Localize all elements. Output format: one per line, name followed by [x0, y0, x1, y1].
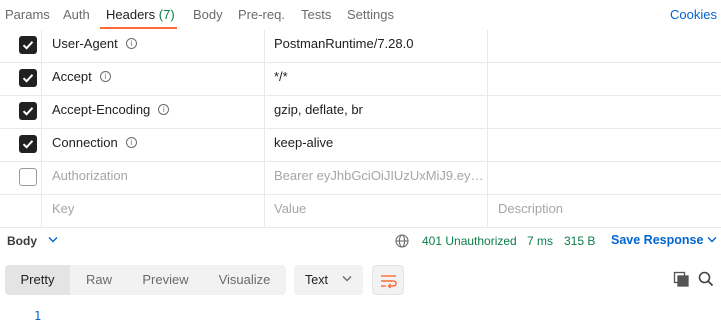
header-key: Connection [52, 135, 118, 150]
info-icon[interactable]: i [125, 137, 137, 149]
wrap-lines-button[interactable] [372, 265, 404, 295]
info-icon[interactable]: i [99, 71, 111, 83]
save-response-button[interactable]: Save Response [611, 233, 703, 247]
value-placeholder: Value [274, 201, 307, 216]
new-description-input[interactable]: Description [488, 195, 721, 228]
headers-count-badge: (7) [158, 7, 175, 22]
new-key-input[interactable]: Key [41, 195, 265, 228]
chevron-down-icon[interactable] [48, 236, 58, 243]
response-size[interactable]: 315 B [564, 234, 595, 248]
check-icon [22, 41, 34, 50]
row-checkbox-cell [0, 195, 41, 228]
cookies-link[interactable]: Cookies [670, 7, 717, 22]
format-raw-button[interactable]: Raw [70, 265, 128, 295]
format-visualize-button[interactable]: Visualize [203, 265, 286, 295]
info-icon[interactable]: i [158, 104, 170, 116]
header-description-cell[interactable] [488, 96, 721, 129]
active-tab-indicator [100, 27, 177, 29]
row-checkbox[interactable] [19, 168, 37, 186]
response-status[interactable]: 401 Unauthorized [422, 234, 517, 248]
table-row: Connection i keep-alive [0, 129, 721, 162]
row-checkbox[interactable] [19, 69, 37, 87]
tab-tests[interactable]: Tests [301, 7, 331, 22]
search-icon[interactable] [698, 271, 714, 287]
headers-table: User-Agent i PostmanRuntime/7.28.0 Accept… [0, 30, 721, 228]
tab-auth[interactable]: Auth [63, 7, 90, 22]
header-description-cell[interactable] [488, 129, 721, 162]
header-value: gzip, deflate, br [274, 102, 363, 117]
language-select-value: Text [305, 273, 328, 287]
header-key: Accept-Encoding [52, 102, 151, 117]
format-pretty-button[interactable]: Pretty [5, 265, 70, 295]
description-placeholder: Description [498, 201, 564, 216]
copy-icon[interactable] [673, 271, 690, 288]
header-key-cell[interactable]: Authorization [41, 162, 265, 195]
chevron-down-icon [342, 276, 352, 282]
format-preview-button[interactable]: Preview [128, 265, 203, 295]
header-key-cell[interactable]: User-Agent i [41, 30, 265, 63]
editor-line-number: 1 [34, 309, 42, 323]
table-row: User-Agent i PostmanRuntime/7.28.0 [0, 30, 721, 63]
header-value-cell[interactable]: gzip, deflate, br [265, 96, 488, 129]
new-header-row: Key Value Description [0, 195, 721, 228]
header-description-cell[interactable] [488, 162, 721, 195]
header-key: User-Agent [52, 36, 118, 51]
info-icon[interactable]: i [125, 38, 137, 50]
row-checkbox[interactable] [19, 135, 37, 153]
tab-headers[interactable]: Headers (7) [106, 7, 175, 22]
header-value-cell[interactable]: Bearer eyJhbGciOiJIUzUxMiJ9.eyJ... [265, 162, 488, 195]
header-value: Bearer eyJhbGciOiJIUzUxMiJ9.eyJ... [274, 168, 488, 183]
wrap-lines-icon [381, 275, 397, 289]
header-value: keep-alive [274, 135, 334, 150]
header-description-cell[interactable] [488, 63, 721, 96]
header-key: Accept [52, 69, 92, 84]
header-value: PostmanRuntime/7.28.0 [274, 36, 414, 51]
tab-params[interactable]: Params [5, 7, 50, 22]
check-icon [22, 140, 34, 149]
header-key: Authorization [52, 168, 128, 183]
header-value: */* [274, 69, 288, 84]
tab-settings[interactable]: Settings [347, 7, 394, 22]
key-placeholder: Key [52, 201, 75, 216]
check-icon [22, 107, 34, 116]
table-row: Accept-Encoding i gzip, deflate, br [0, 96, 721, 129]
header-value-cell[interactable]: PostmanRuntime/7.28.0 [265, 30, 488, 63]
row-checkbox-cell [0, 30, 41, 63]
new-value-input[interactable]: Value [265, 195, 488, 228]
language-select[interactable]: Text [294, 265, 363, 295]
header-value-cell[interactable]: keep-alive [265, 129, 488, 162]
tab-headers-label: Headers [106, 7, 156, 22]
chevron-down-icon[interactable] [707, 236, 717, 243]
row-checkbox-cell [0, 96, 41, 129]
response-time[interactable]: 7 ms [527, 234, 553, 248]
header-value-cell[interactable]: */* [265, 63, 488, 96]
tab-body[interactable]: Body [193, 7, 223, 22]
tab-prereq[interactable]: Pre-req. [238, 7, 285, 22]
header-key-cell[interactable]: Accept-Encoding i [41, 96, 265, 129]
row-checkbox[interactable] [19, 36, 37, 54]
response-body-dropdown[interactable]: Body [7, 234, 37, 248]
header-key-cell[interactable]: Accept i [41, 63, 265, 96]
table-row: Authorization Bearer eyJhbGciOiJIUzUxMiJ… [0, 162, 721, 195]
globe-icon[interactable] [395, 234, 409, 248]
row-checkbox[interactable] [19, 102, 37, 120]
header-key-cell[interactable]: Connection i [41, 129, 265, 162]
check-icon [22, 74, 34, 83]
table-row: Accept i */* [0, 63, 721, 96]
header-description-cell[interactable] [488, 30, 721, 63]
response-format-group: Pretty Raw Preview Visualize [5, 265, 286, 295]
row-checkbox-cell [0, 162, 41, 195]
response-bar: Body 401 Unauthorized 7 ms 315 B Save Re… [0, 228, 721, 254]
row-checkbox-cell [0, 129, 41, 162]
request-tabs: Params Auth Headers (7) Body Pre-req. Te… [0, 0, 721, 30]
row-checkbox-cell [0, 63, 41, 96]
